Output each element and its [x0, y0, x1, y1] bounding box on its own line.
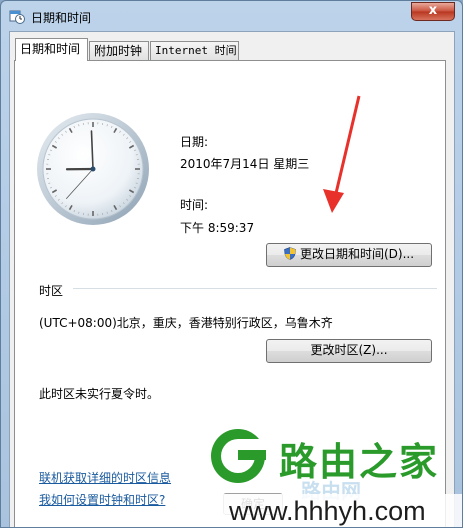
date-time-dialog: 日期和时间 x 日期和时间 附加时钟 Internet 时间 日期: 2010年…: [0, 0, 463, 528]
title-bar[interactable]: 日期和时间 x: [1, 1, 462, 31]
tab-additional-clocks[interactable]: 附加时钟: [89, 41, 149, 60]
close-button[interactable]: x: [411, 2, 455, 21]
timezone-info-link[interactable]: 联机获取详细的时区信息: [39, 469, 171, 486]
watermark-logo: [211, 429, 266, 483]
tab-date-time[interactable]: 日期和时间: [15, 38, 88, 61]
clock-center: [90, 166, 96, 172]
analog-clock: [37, 113, 149, 225]
uac-shield-icon: [284, 247, 296, 260]
time-label: 时间:: [180, 198, 209, 212]
timezone-section-label: 时区: [39, 284, 64, 298]
calendar-clock-icon: [9, 10, 25, 24]
date-label: 日期:: [180, 135, 209, 149]
window-title: 日期和时间: [31, 11, 92, 25]
timezone-value: (UTC+08:00)北京，重庆，香港特别行政区，乌鲁木齐: [39, 316, 333, 330]
change-timezone-button[interactable]: 更改时区(Z)...: [266, 339, 432, 363]
how-to-link[interactable]: 我如何设置时钟和时区?: [39, 491, 165, 508]
date-value: 2010年7月14日 星期三: [180, 157, 310, 171]
timezone-divider: [73, 288, 437, 289]
dst-note: 此时区未实行夏令时。: [39, 387, 160, 401]
change-date-time-label: 更改日期和时间(D)...: [299, 247, 415, 261]
change-date-time-button[interactable]: 更改日期和时间(D)...: [266, 243, 432, 267]
time-value: 下午 8:59:37: [180, 221, 255, 235]
tab-internet-time[interactable]: Internet 时间: [150, 41, 239, 60]
watermark-url: www.hhhyh.com: [217, 494, 462, 527]
